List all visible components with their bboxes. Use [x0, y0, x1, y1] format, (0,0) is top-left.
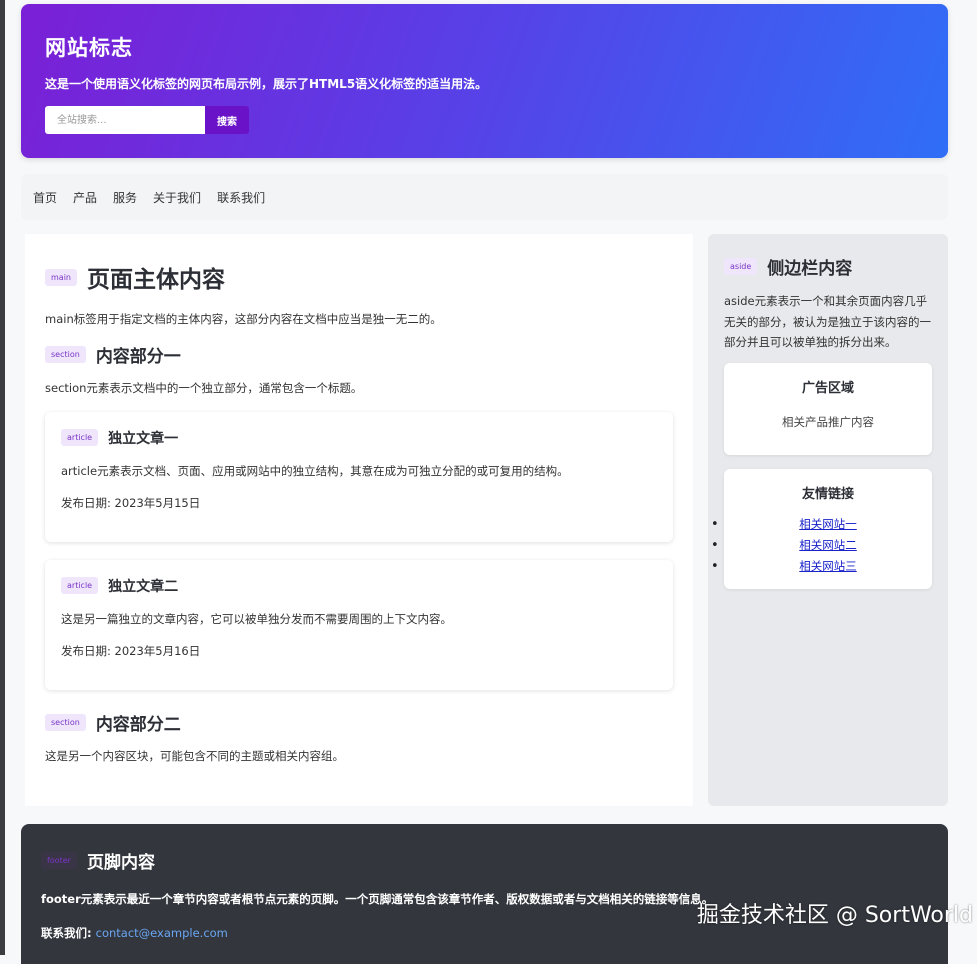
nav-item-contact[interactable]: 联系我们 — [217, 189, 265, 206]
nav-item-products[interactable]: 产品 — [73, 189, 97, 206]
article-card: article 独立文章一 article元素表示文档、页面、应用或网站中的独立… — [45, 411, 673, 542]
site-footer: footer 页脚内容 footer元素表示最近一个章节内容或者根节点元素的页脚… — [21, 824, 948, 964]
main-description: main标签用于指定文档的主体内容，这部分内容在文档中应当是独一无二的。 — [45, 312, 442, 326]
links-title: 友情链接 — [801, 487, 854, 503]
main-content: main 页面主体内容 main标签用于指定文档的主体内容，这部分内容在文档中应… — [25, 234, 693, 806]
search-form: 搜索 — [45, 106, 924, 134]
links-card: 友情链接 • 相关网站一 • 相关网站二 • 相关网站三 — [711, 469, 932, 590]
main-tag-badge: main — [45, 268, 77, 286]
nav-item-about[interactable]: 关于我们 — [153, 189, 201, 206]
article-one-text: article元素表示文档、页面、应用或网站中的独立结构，其意在成为可独立分配的… — [61, 463, 569, 478]
friend-link-3[interactable]: 相关网站三 — [799, 559, 857, 573]
article-card: article 独立文章二 这是另一篇独立的文章内容，它可以被单独分发而不需要周… — [45, 559, 673, 690]
footer-title: 页脚内容 — [86, 853, 155, 873]
header-description: 这是一个使用语义化标签的网页布局示例，展示了HTML5语义化标签的适当用法。 — [45, 77, 488, 91]
links-list: • 相关网站一 • 相关网站二 • 相关网站三 — [711, 514, 932, 577]
footer-tag-badge: footer — [41, 852, 77, 869]
section-two-description: 这是另一个内容区块，可能包含不同的主题或相关内容组。 — [45, 748, 344, 763]
section-one-title: 内容部分一 — [95, 347, 181, 368]
article-two-text: 这是另一篇独立的文章内容，它可以被单独分发而不需要周围的上下文内容。 — [61, 611, 452, 626]
site-header: 网站标志 这是一个使用语义化标签的网页布局示例，展示了HTML5语义化标签的适当… — [21, 4, 948, 158]
section-two-title: 内容部分二 — [95, 714, 181, 735]
aside-title: 侧边栏内容 — [767, 259, 853, 279]
article-tag-badge: article — [61, 577, 99, 595]
contact-label: 联系我们: — [41, 926, 92, 940]
list-item: • 相关网站二 — [711, 535, 932, 556]
friend-link-1[interactable]: 相关网站一 — [799, 517, 857, 531]
contact-email-link[interactable]: contact@example.com — [96, 926, 228, 940]
bullet-icon: • — [711, 517, 719, 533]
article-one-title: 独立文章一 — [108, 430, 179, 447]
ad-title: 广告区域 — [801, 381, 854, 397]
bullet-icon: • — [711, 538, 719, 554]
article-one-date: 发布日期: 2023年5月15日 — [61, 496, 201, 511]
article-two-date: 发布日期: 2023年5月16日 — [61, 644, 201, 659]
main-nav: 首页 产品 服务 关于我们 联系我们 — [21, 174, 948, 220]
search-button[interactable]: 搜索 — [205, 106, 249, 134]
nav-item-home[interactable]: 首页 — [33, 189, 57, 206]
article-two-title: 独立文章二 — [108, 578, 179, 595]
section-tag-badge: section — [45, 346, 86, 364]
nav-item-services[interactable]: 服务 — [113, 189, 137, 206]
list-item: • 相关网站一 — [711, 514, 932, 535]
site-logo[interactable]: 网站标志 — [45, 32, 924, 62]
aside-description: aside元素表示一个和其余页面内容几乎无关的部分，被认为是独立于该内容的一部分… — [724, 294, 931, 350]
aside-tag-badge: aside — [724, 258, 758, 275]
list-item: • 相关网站三 — [711, 556, 932, 577]
section-tag-badge: section — [45, 713, 86, 731]
ad-card: 广告区域 相关产品推广内容 — [724, 363, 932, 456]
watermark: 掘金技术社区 @ SortWorld — [696, 903, 973, 928]
main-title: 页面主体内容 — [87, 267, 225, 293]
friend-link-2[interactable]: 相关网站二 — [799, 538, 857, 552]
article-tag-badge: article — [61, 429, 99, 447]
search-input[interactable] — [45, 106, 205, 134]
sidebar: aside 侧边栏内容 aside元素表示一个和其余页面内容几乎无关的部分，被认… — [708, 234, 948, 806]
section-one-description: section元素表示文档中的一个独立部分，通常包含一个标题。 — [45, 381, 363, 396]
bullet-icon: • — [711, 559, 719, 575]
ad-text: 相关产品推广内容 — [782, 415, 874, 430]
